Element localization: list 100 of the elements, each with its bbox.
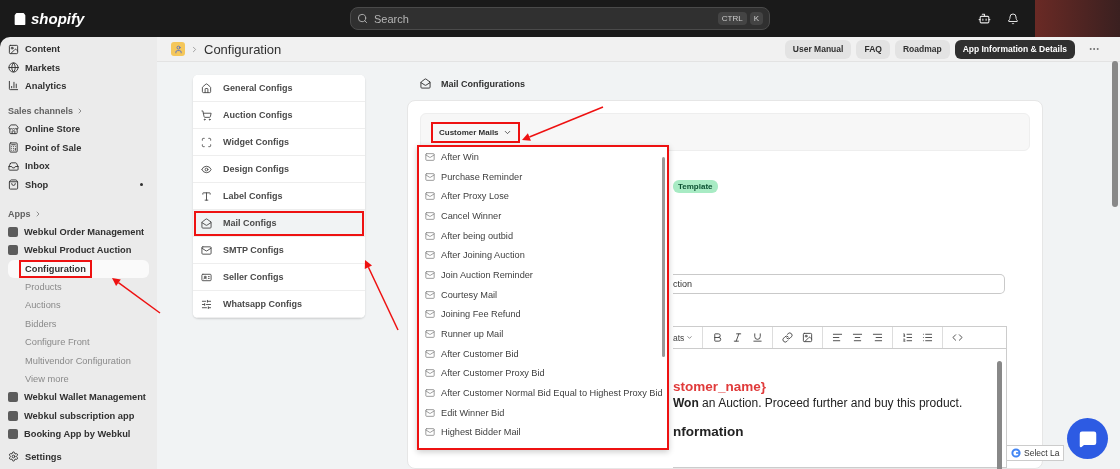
mail-icon [425, 407, 435, 418]
template-variable: stomer_name} [673, 379, 768, 394]
dropdown-item[interactable]: After Proxy Lose [425, 186, 667, 207]
dropdown-item[interactable]: After Win [425, 147, 667, 167]
link-icon[interactable] [782, 332, 794, 343]
dropdown-item[interactable]: After Customer Bid [425, 343, 667, 364]
scrollbar[interactable] [997, 361, 1002, 469]
mail-icon [425, 151, 435, 162]
inbox-icon [8, 160, 19, 172]
sidebar-item[interactable]: Webkul Order Management [8, 222, 149, 242]
bold-icon[interactable] [712, 332, 724, 343]
sidebar-item[interactable]: Settings [8, 447, 149, 466]
menu-item[interactable]: General Configs [193, 75, 365, 102]
menu-item[interactable]: Whatsapp Configs [193, 291, 365, 318]
search-field[interactable]: Search CTRL K [350, 7, 770, 30]
mail-icon [425, 250, 435, 261]
app-icon [8, 410, 18, 421]
sidebar-item[interactable]: Inbox [8, 156, 149, 176]
dropdown-item[interactable]: Purchase Reminder [425, 166, 667, 187]
sidebar-item[interactable]: Analytics [8, 76, 149, 96]
dropdown-item[interactable]: After being outbid [425, 225, 667, 246]
google-icon [1011, 448, 1021, 458]
scrollbar[interactable] [662, 157, 665, 357]
mail-icon [425, 230, 435, 241]
sidebar-item[interactable]: Booking App by Webkul [8, 425, 149, 444]
dropdown-item[interactable]: Courtesy Mail [425, 284, 667, 305]
menu-item[interactable]: Design Configs [193, 156, 365, 183]
frame-icon [201, 136, 212, 148]
section-heading[interactable]: Sales channels [8, 102, 149, 121]
bar-chart-icon [8, 80, 19, 92]
notifications-icon[interactable] [1007, 12, 1019, 25]
language-select[interactable]: Select La [1006, 445, 1064, 461]
align-center-icon[interactable] [852, 332, 864, 343]
chevron-icon [190, 44, 199, 54]
editor-text: Won an Auction. Proceed further and buy this product. [673, 396, 964, 410]
subject-field[interactable]: ction [673, 274, 1005, 294]
assistant-icon[interactable] [978, 12, 991, 25]
dropdown-item[interactable]: After Joining Auction [425, 245, 667, 266]
sidebar-item[interactable]: Webkul Wallet Management [8, 388, 149, 407]
scrollbar[interactable] [1112, 61, 1118, 207]
app-icon [171, 42, 185, 56]
italic-icon[interactable] [732, 332, 744, 343]
editor-area[interactable]: stomer_name} Won an Auction. Proceed further and buy this product. nformation [673, 348, 1007, 468]
header-button[interactable]: FAQ [856, 39, 890, 59]
dropdown-item[interactable]: Cancel Winner [425, 206, 667, 226]
dropdown-item[interactable]: Edit Winner Bid [425, 402, 667, 423]
app-icon [8, 226, 18, 237]
app-icon [8, 245, 18, 256]
mail-icon [425, 309, 435, 320]
header-button[interactable]: App Information & Details [954, 39, 1075, 59]
sidebar-item[interactable]: Point of Sale [8, 138, 149, 157]
dropdown-item[interactable]: Runner up Mail [425, 324, 667, 344]
header-button[interactable]: User Manual [784, 39, 852, 59]
sidebar-item[interactable]: Webkul Product Auction [8, 241, 149, 260]
section-heading[interactable]: Apps [8, 204, 149, 223]
align-left-icon[interactable] [832, 332, 844, 343]
menu-item[interactable]: Mail Configs [193, 210, 365, 237]
shopify-logo[interactable]: shopify [12, 10, 350, 27]
mail-icon [201, 244, 212, 256]
mail-icon [425, 171, 435, 182]
cart-icon [201, 109, 212, 121]
sidebar-item[interactable]: Shop [8, 175, 149, 194]
dropdown-item[interactable]: Join Auction Reminder [425, 265, 667, 285]
sidebar-subitem[interactable]: Configuration [8, 259, 149, 278]
code-icon[interactable] [952, 332, 964, 343]
section-title: Mail Configurations [441, 78, 525, 89]
dropdown-item[interactable]: After Customer Normal Bid Equal to Highest Proxy Bid [425, 383, 667, 403]
header-button[interactable]: Roadmap [894, 39, 950, 59]
dropdown-item[interactable]: After Customer Proxy Bid [425, 363, 667, 384]
menu-item[interactable]: Widget Configs [193, 129, 365, 156]
caret-icon [686, 334, 694, 341]
app-icon [8, 429, 18, 440]
sidebar-item[interactable]: Webkul subscription app [8, 406, 149, 426]
dropdown-item[interactable]: Highest Bidder Mail [425, 422, 667, 443]
id-card-icon [201, 271, 212, 283]
sidebar-item[interactable]: Markets [8, 58, 149, 77]
menu-item[interactable]: SMTP Configs [193, 237, 365, 264]
sidebar-item[interactable]: Content [8, 40, 149, 59]
store-icon [8, 123, 19, 135]
settings-icon [8, 451, 19, 463]
mail-icon [425, 289, 435, 300]
numbered-list-icon[interactable] [902, 332, 914, 343]
underline-icon[interactable] [752, 332, 764, 343]
menu-item[interactable]: Auction Configs [193, 102, 365, 129]
bullet-list-icon[interactable] [922, 332, 934, 343]
menu-item[interactable]: Seller Configs [193, 264, 365, 291]
mail-icon [425, 329, 435, 340]
image-icon[interactable] [802, 332, 814, 343]
menu-item[interactable]: Label Configs [193, 183, 365, 210]
sidebar-item[interactable]: Online Store [8, 120, 149, 139]
shortcut-key: K [749, 12, 763, 25]
envelope-icon [201, 217, 212, 229]
mail-icon [425, 348, 435, 359]
format-select[interactable]: ats [673, 332, 694, 343]
align-right-icon[interactable] [872, 332, 884, 343]
dropdown-item[interactable]: Joining Fee Refund [425, 304, 667, 325]
chat-button[interactable] [1067, 418, 1108, 459]
mail-type-dropdown[interactable]: Customer Mails [433, 123, 518, 141]
home-icon [201, 82, 212, 94]
mail-icon [425, 388, 435, 399]
